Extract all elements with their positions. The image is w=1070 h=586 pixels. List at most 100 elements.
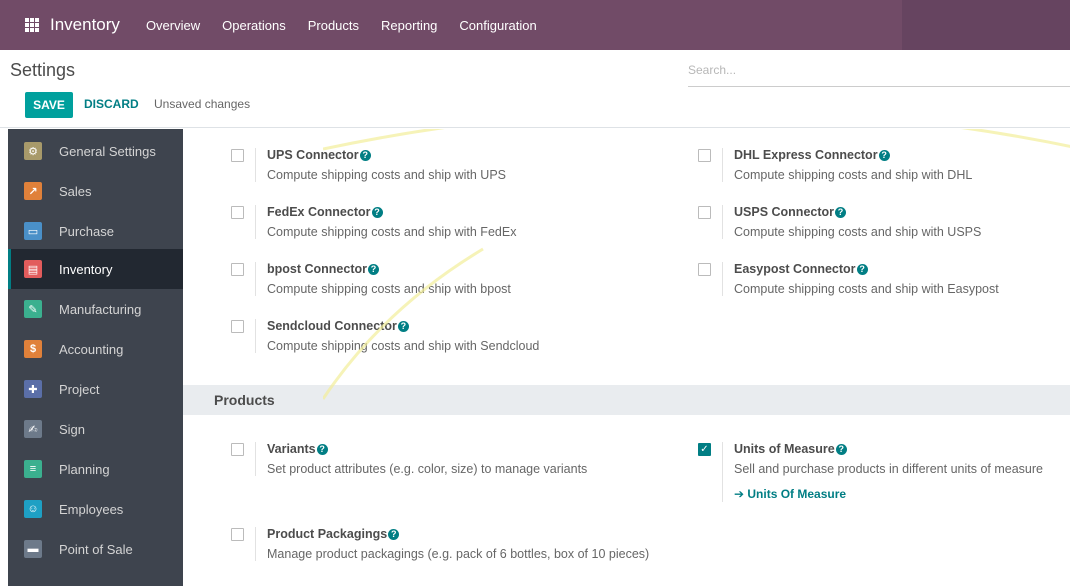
sidebar-item-inventory[interactable]: ▤ Inventory xyxy=(8,249,183,289)
units-of-measure-link[interactable]: ➔ Units Of Measure xyxy=(734,487,846,501)
chart-icon: ↗ xyxy=(24,182,42,200)
help-icon[interactable]: ? xyxy=(388,529,400,540)
gear-icon: ⚙ xyxy=(24,142,42,160)
sign-icon: ✍ xyxy=(24,420,42,438)
sidebar-item-purchase[interactable]: ▭ Purchase xyxy=(8,211,183,251)
sidebar-item-accounting[interactable]: $ Accounting xyxy=(8,329,183,369)
fedex-label: FedEx Connector xyxy=(267,205,371,219)
divider xyxy=(722,205,723,239)
people-icon: ☺ xyxy=(24,500,42,518)
navbar-systray xyxy=(902,0,1070,50)
setting-label: bpost Connector? xyxy=(267,262,379,276)
packagings-label: Product Packagings xyxy=(267,527,388,541)
divider xyxy=(722,262,723,296)
menu-operations[interactable]: Operations xyxy=(222,18,286,33)
help-icon[interactable]: ? xyxy=(878,150,890,161)
help-icon[interactable]: ? xyxy=(835,207,847,218)
divider xyxy=(722,442,723,502)
divider xyxy=(255,442,256,476)
setting-label: Variants? xyxy=(267,442,328,456)
fedex-checkbox[interactable] xyxy=(231,206,244,219)
packagings-checkbox[interactable] xyxy=(231,528,244,541)
page-title: Settings xyxy=(10,60,76,80)
ups-checkbox[interactable] xyxy=(231,149,244,162)
variants-checkbox[interactable] xyxy=(231,443,244,456)
divider xyxy=(255,262,256,296)
sidebar-item-label: Point of Sale xyxy=(59,541,133,557)
app-brand[interactable]: Inventory xyxy=(50,15,120,35)
menu-overview[interactable]: Overview xyxy=(146,18,200,33)
section-title: Products xyxy=(214,392,275,408)
sidebar-item-employees[interactable]: ☺ Employees xyxy=(8,489,183,529)
link-label: Units Of Measure xyxy=(747,487,847,501)
help-icon[interactable]: ? xyxy=(856,264,868,275)
cart-icon: ▭ xyxy=(24,222,42,240)
sidebar-item-label: Employees xyxy=(59,501,124,517)
unsaved-status: Unsaved changes xyxy=(154,97,251,111)
setting-description: Compute shipping costs and ship with Fed… xyxy=(267,225,517,239)
ups-label: UPS Connector xyxy=(267,148,359,162)
discard-button[interactable]: DISCARD xyxy=(84,97,139,111)
setting-description: Compute shipping costs and ship with DHL xyxy=(734,168,973,182)
dhl-checkbox[interactable] xyxy=(698,149,711,162)
wrench-icon: ✎ xyxy=(24,300,42,318)
settings-sidebar: ⚙ General Settings ↗ Sales ▭ Purchase ▤ … xyxy=(8,129,183,586)
sidebar-item-label: Inventory xyxy=(59,261,113,277)
setting-label: DHL Express Connector? xyxy=(734,148,890,162)
usps-checkbox[interactable] xyxy=(698,206,711,219)
help-icon[interactable]: ? xyxy=(316,444,328,455)
menu-reporting[interactable]: Reporting xyxy=(381,18,437,33)
variants-label: Variants xyxy=(267,442,316,456)
setting-description: Set product attributes (e.g. color, size… xyxy=(267,462,588,476)
setting-label: USPS Connector? xyxy=(734,205,847,219)
sidebar-item-point-of-sale[interactable]: ▬ Point of Sale xyxy=(8,529,183,569)
setting-description: Compute shipping costs and ship with USP… xyxy=(734,225,982,239)
menu-configuration[interactable]: Configuration xyxy=(459,18,536,33)
save-button[interactable]: SAVE xyxy=(25,92,73,118)
menu-products[interactable]: Products xyxy=(308,18,359,33)
sidebar-item-general-settings[interactable]: ⚙ General Settings xyxy=(8,131,183,171)
apps-menu-icon[interactable] xyxy=(25,18,39,32)
divider xyxy=(255,319,256,353)
bpost-label: bpost Connector xyxy=(267,262,367,276)
setting-label: Easypost Connector? xyxy=(734,262,868,276)
help-icon[interactable]: ? xyxy=(359,150,371,161)
setting-label: FedEx Connector? xyxy=(267,205,383,219)
sidebar-item-label: Planning xyxy=(59,461,110,477)
setting-label: UPS Connector? xyxy=(267,148,371,162)
sidebar-item-manufacturing[interactable]: ✎ Manufacturing xyxy=(8,289,183,329)
uom-checkbox[interactable]: ✓ xyxy=(698,443,711,456)
divider xyxy=(255,527,256,561)
easypost-checkbox[interactable] xyxy=(698,263,711,276)
setting-label: Sendcloud Connector? xyxy=(267,319,409,333)
sidebar-item-label: Sign xyxy=(59,421,86,437)
planning-icon: ≡ xyxy=(24,460,42,478)
setting-label: Units of Measure? xyxy=(734,442,847,456)
sidebar-item-planning[interactable]: ≡ Planning xyxy=(8,449,183,489)
section-header-products: Products xyxy=(183,385,1070,415)
box-icon: ▤ xyxy=(24,260,42,278)
sidebar-item-project[interactable]: ✚ Project xyxy=(8,369,183,409)
help-icon[interactable]: ? xyxy=(397,321,409,332)
sendcloud-label: Sendcloud Connector xyxy=(267,319,397,333)
sidebar-item-sales[interactable]: ↗ Sales xyxy=(8,171,183,211)
help-icon[interactable]: ? xyxy=(371,207,383,218)
search-input[interactable]: Search... xyxy=(688,57,1070,87)
sendcloud-checkbox[interactable] xyxy=(231,320,244,333)
sidebar-item-label: Purchase xyxy=(59,223,114,239)
control-panel: Settings Search... SAVE DISCARD Unsaved … xyxy=(0,50,1070,128)
setting-description: Compute shipping costs and ship with UPS xyxy=(267,168,507,182)
sidebar-item-label: Accounting xyxy=(59,341,124,357)
top-navbar: Inventory Overview Operations Products R… xyxy=(0,0,1070,50)
bpost-checkbox[interactable] xyxy=(231,263,244,276)
help-icon[interactable]: ? xyxy=(368,264,379,275)
setting-description: Compute shipping costs and ship with Eas… xyxy=(734,282,999,296)
help-icon[interactable]: ? xyxy=(835,444,847,455)
divider xyxy=(255,205,256,239)
store-icon: ▬ xyxy=(24,540,42,558)
arrow-right-icon: ➔ xyxy=(734,487,748,501)
dhl-label: DHL Express Connector xyxy=(734,148,878,162)
uom-label: Units of Measure xyxy=(734,442,835,456)
sidebar-item-sign[interactable]: ✍ Sign xyxy=(8,409,183,449)
invoice-icon: $ xyxy=(24,340,42,358)
